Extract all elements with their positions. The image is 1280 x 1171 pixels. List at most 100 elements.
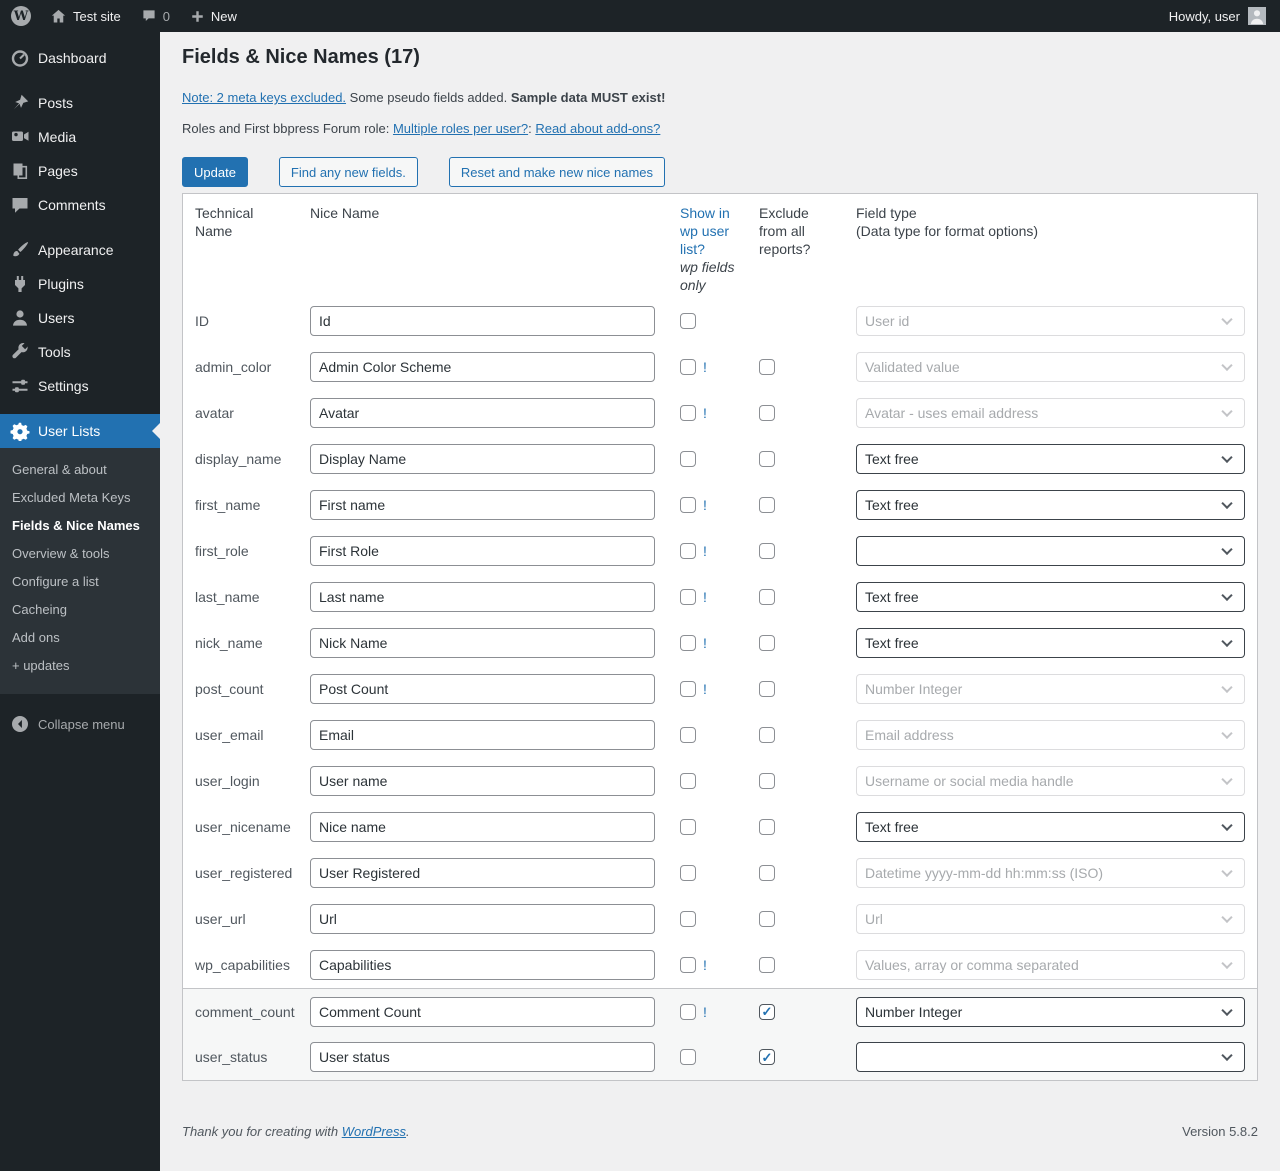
field-type-select[interactable] xyxy=(856,536,1245,566)
field-type-select[interactable]: Number Integer xyxy=(856,996,1245,1027)
comments-shortcut[interactable]: 0 xyxy=(131,0,180,32)
show-in-list-checkbox[interactable] xyxy=(680,957,696,973)
exclude-checkbox[interactable] xyxy=(759,957,775,973)
sidebar-item-posts[interactable]: Posts xyxy=(0,86,160,120)
read-about-addons-link[interactable]: Read about add-ons? xyxy=(535,121,660,136)
sidebar-item-pages[interactable]: Pages xyxy=(0,154,160,188)
field-type-select[interactable]: Avatar - uses email address xyxy=(856,398,1245,428)
field-type-select[interactable] xyxy=(856,1042,1245,1072)
howdy-user-link[interactable]: Howdy, user xyxy=(1169,9,1240,24)
site-name-link[interactable]: Test site xyxy=(40,0,131,32)
field-type-select[interactable]: Email address xyxy=(856,720,1245,750)
sidebar-item-appearance[interactable]: Appearance xyxy=(0,233,160,267)
nice-name-input[interactable] xyxy=(310,950,655,980)
field-type-select[interactable]: Text free xyxy=(856,812,1245,842)
exclude-checkbox[interactable] xyxy=(759,865,775,881)
nice-name-input[interactable] xyxy=(310,766,655,796)
exclude-checkbox[interactable] xyxy=(759,359,775,375)
show-in-list-checkbox[interactable] xyxy=(680,727,696,743)
exclude-checkbox[interactable] xyxy=(759,681,775,697)
submenu-item-fields-nice-names[interactable]: Fields & Nice Names xyxy=(0,512,160,540)
exclude-checkbox[interactable] xyxy=(759,911,775,927)
submenu-item-cacheing[interactable]: Cacheing xyxy=(0,596,160,624)
exclude-checkbox[interactable] xyxy=(759,1003,775,1020)
nice-name-input[interactable] xyxy=(310,536,655,566)
nice-name-input[interactable] xyxy=(310,904,655,934)
exclude-checkbox[interactable] xyxy=(759,451,775,467)
show-in-list-checkbox[interactable] xyxy=(680,313,696,329)
nice-name-input[interactable] xyxy=(310,490,655,520)
exclude-checkbox[interactable] xyxy=(759,497,775,513)
show-in-list-checkbox[interactable] xyxy=(680,1049,696,1065)
sidebar-item-comments[interactable]: Comments xyxy=(0,188,160,222)
show-in-list-checkbox[interactable] xyxy=(680,865,696,881)
collapse-menu-button[interactable]: Collapse menu xyxy=(0,707,160,741)
submenu-item-configure-a-list[interactable]: Configure a list xyxy=(0,568,160,596)
meta-keys-excluded-link[interactable]: Note: 2 meta keys excluded. xyxy=(182,90,346,105)
field-type-select[interactable]: Text free xyxy=(856,582,1245,612)
nice-name-input[interactable] xyxy=(310,398,655,428)
reset-nice-names-button[interactable]: Reset and make new nice names xyxy=(448,157,666,187)
nice-name-input[interactable] xyxy=(310,352,655,382)
show-in-list-checkbox[interactable] xyxy=(680,589,696,605)
show-in-list-checkbox[interactable] xyxy=(680,451,696,467)
field-type-select[interactable]: Validated value xyxy=(856,352,1245,382)
sidebar-item-tools[interactable]: Tools xyxy=(0,335,160,369)
nice-name-input[interactable] xyxy=(310,674,655,704)
show-in-list-checkbox[interactable] xyxy=(680,497,696,513)
user-avatar[interactable] xyxy=(1248,7,1266,25)
field-type-select[interactable]: Username or social media handle xyxy=(856,766,1245,796)
show-in-list-checkbox[interactable] xyxy=(680,681,696,697)
submenu-item-add-ons[interactable]: Add ons xyxy=(0,624,160,652)
multiple-roles-link[interactable]: Multiple roles per user? xyxy=(393,121,528,136)
show-in-list-checkbox[interactable] xyxy=(680,773,696,789)
nice-name-input[interactable] xyxy=(310,306,655,336)
sidebar-item-users[interactable]: Users xyxy=(0,301,160,335)
wordpress-link[interactable]: WordPress xyxy=(342,1124,406,1139)
nice-name-input[interactable] xyxy=(310,812,655,842)
update-button[interactable]: Update xyxy=(182,157,248,187)
show-in-list-checkbox[interactable] xyxy=(680,819,696,835)
exclude-checkbox[interactable] xyxy=(759,543,775,559)
submenu-item-updates[interactable]: + updates xyxy=(0,652,160,680)
sidebar-item-user-lists[interactable]: User Lists xyxy=(0,414,160,448)
field-type-select[interactable]: Values, array or comma separated xyxy=(856,950,1245,980)
submenu-item-general-about[interactable]: General & about xyxy=(0,456,160,484)
nice-name-input[interactable] xyxy=(310,628,655,658)
field-type-select[interactable]: User id xyxy=(856,306,1245,336)
find-new-fields-button[interactable]: Find any new fields. xyxy=(278,157,418,187)
wordpress-logo[interactable]: W xyxy=(2,0,40,32)
exclude-checkbox[interactable] xyxy=(759,635,775,651)
show-in-list-checkbox[interactable] xyxy=(680,359,696,375)
show-in-list-checkbox[interactable] xyxy=(680,635,696,651)
exclude-checkbox[interactable] xyxy=(759,773,775,789)
field-type-select[interactable]: Url xyxy=(856,904,1245,934)
show-in-list-checkbox[interactable] xyxy=(680,405,696,421)
submenu-item-excluded-meta-keys[interactable]: Excluded Meta Keys xyxy=(0,484,160,512)
show-in-list-checkbox[interactable] xyxy=(680,1003,696,1020)
sidebar-item-dashboard[interactable]: Dashboard xyxy=(0,41,160,75)
sidebar-item-plugins[interactable]: Plugins xyxy=(0,267,160,301)
sidebar-item-settings[interactable]: Settings xyxy=(0,369,160,403)
nice-name-input[interactable] xyxy=(310,720,655,750)
show-in-list-checkbox[interactable] xyxy=(680,543,696,559)
exclude-checkbox[interactable] xyxy=(759,405,775,421)
nice-name-input[interactable] xyxy=(310,858,655,888)
exclude-checkbox[interactable] xyxy=(759,727,775,743)
field-type-select[interactable]: Number Integer xyxy=(856,674,1245,704)
exclude-checkbox[interactable] xyxy=(759,819,775,835)
sidebar-item-media[interactable]: Media xyxy=(0,120,160,154)
nice-name-input[interactable] xyxy=(310,582,655,612)
new-content-button[interactable]: New xyxy=(180,0,247,32)
submenu-item-overview-tools[interactable]: Overview & tools xyxy=(0,540,160,568)
nice-name-input[interactable] xyxy=(310,1042,655,1072)
exclude-checkbox[interactable] xyxy=(759,589,775,605)
nice-name-input[interactable] xyxy=(310,996,655,1027)
exclude-checkbox[interactable] xyxy=(759,1049,775,1065)
show-in-list-checkbox[interactable] xyxy=(680,911,696,927)
nice-name-input[interactable] xyxy=(310,444,655,474)
field-type-select[interactable]: Text free xyxy=(856,490,1245,520)
field-type-select[interactable]: Text free xyxy=(856,444,1245,474)
show-in-wp-user-list-link[interactable]: Show in wp user list? xyxy=(680,204,740,258)
field-type-select[interactable]: Text free xyxy=(856,628,1245,658)
